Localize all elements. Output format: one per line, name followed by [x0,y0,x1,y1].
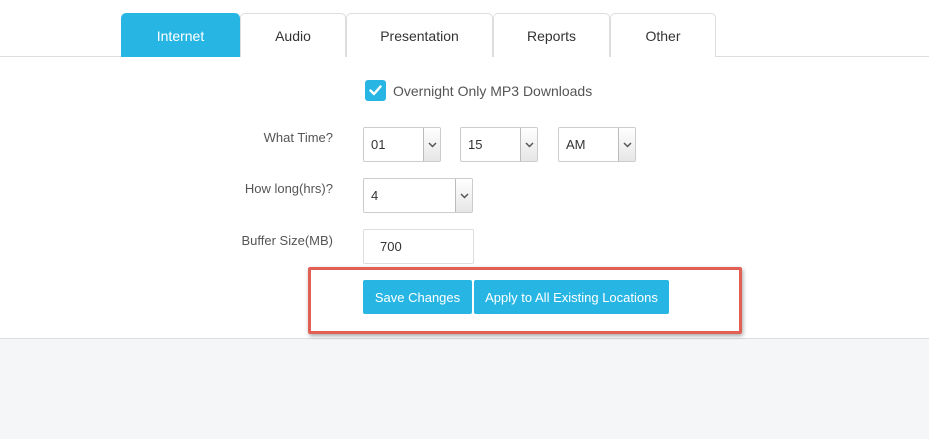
buffer-size-input[interactable] [363,229,474,264]
tab-other[interactable]: Other [610,13,716,57]
tab-label: Audio [275,27,311,44]
chevron-down-icon [455,179,472,212]
chevron-down-icon [618,128,635,161]
chevron-down-icon [520,128,537,161]
hour-select[interactable]: 01 [363,127,441,162]
tab-label: Other [645,27,681,44]
hour-select-value: 01 [371,137,386,152]
ampm-select-value: AM [566,137,586,152]
tab-presentation[interactable]: Presentation [346,13,493,57]
tab-internet[interactable]: Internet [121,13,240,57]
tab-reports[interactable]: Reports [493,13,610,57]
overnight-mp3-label: Overnight Only MP3 Downloads [393,82,593,99]
tab-label: Reports [526,27,577,44]
buffer-size-label: Buffer Size(MB) [241,233,333,248]
minute-select[interactable]: 15 [460,127,538,162]
chevron-down-icon [423,128,440,161]
how-long-label: How long(hrs)? [244,181,333,196]
overnight-mp3-option: Overnight Only MP3 Downloads [365,80,592,101]
how-long-select[interactable]: 4 [363,178,473,213]
save-changes-button[interactable]: Save Changes [363,280,472,314]
ampm-select[interactable]: AM [558,127,636,162]
overnight-mp3-checkbox[interactable] [365,80,386,101]
tab-label: Presentation [380,27,459,44]
tab-audio[interactable]: Audio [240,13,346,57]
how-long-select-value: 4 [371,188,379,203]
minute-select-value: 15 [468,137,483,152]
what-time-label: What Time? [263,130,333,145]
tab-label: Internet [156,27,205,44]
settings-panel: Internet Audio Presentation Reports Othe… [0,0,929,339]
check-icon [369,85,382,96]
apply-all-locations-button[interactable]: Apply to All Existing Locations [474,280,669,314]
